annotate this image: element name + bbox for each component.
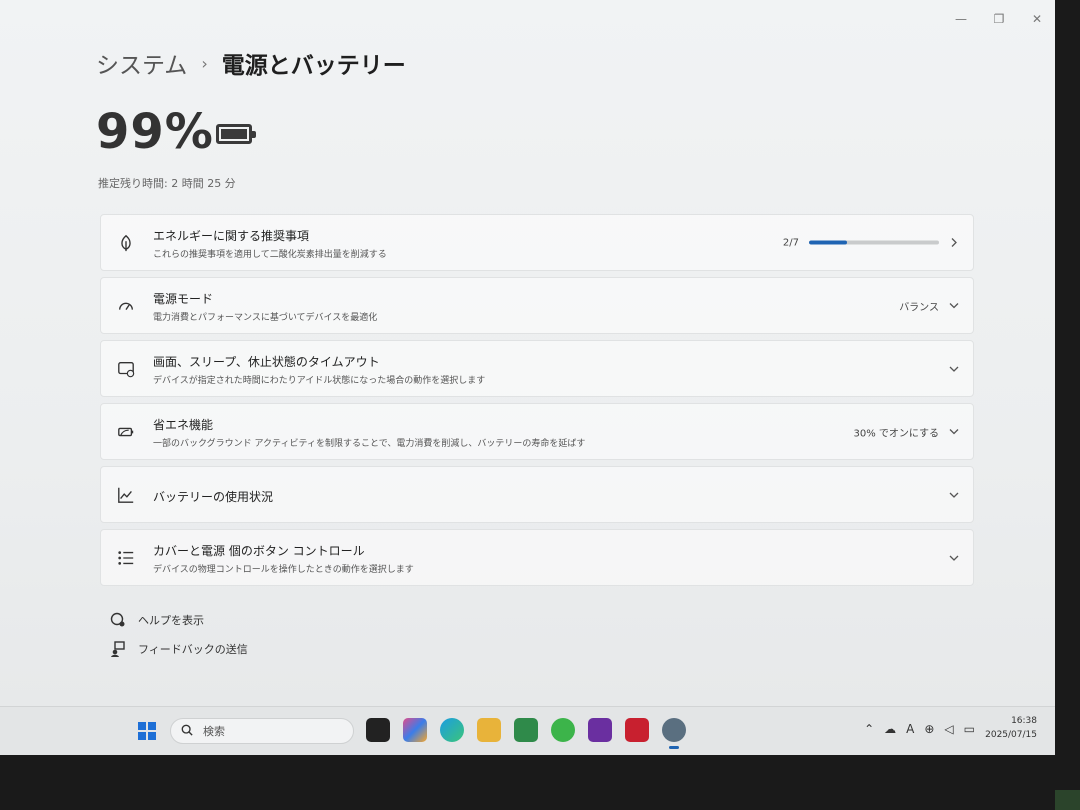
help-links: ヘルプを表示 フィードバックの送信 [110,612,248,670]
battery-percent: 99% [96,104,214,160]
minimize-icon[interactable]: — [953,12,969,26]
card-title: カバーと電源 個のボタン コントロール [153,544,365,558]
clock-time: 16:38 [1011,716,1037,726]
cloud-icon[interactable]: ☁ [884,722,896,736]
close-icon[interactable]: ✕ [1029,12,1045,26]
gauge-icon [117,297,135,315]
breadcrumb: システム › 電源とバッテリー [96,46,406,80]
chevron-down-icon [949,301,959,311]
taskbar: 検索 ⌃ ☁ A ⊕ ◁ ▭ 16:38 2025/07/15 [0,706,1055,755]
card-subtitle: これらの推奨事項を適用して二酸化炭素排出量を削減する [153,250,387,260]
card-energy-saver[interactable]: 省エネ機能 一部のバックグラウンド アクティビティを制限することで、電力消費を削… [100,403,974,460]
chevron-down-icon [949,427,959,437]
card-title: バッテリーの使用状況 [153,490,274,504]
system-tray: ⌃ ☁ A ⊕ ◁ ▭ [864,722,975,736]
clock-date: 2025/07/15 [985,730,1037,740]
restore-icon[interactable]: ❐ [991,12,1007,26]
chevron-down-icon [949,364,959,374]
breadcrumb-separator: › [201,53,208,73]
card-title: 省エネ機能 [153,418,214,432]
battery-icon [216,124,256,144]
search-icon [181,724,193,739]
ime-indicator[interactable]: A [906,722,914,736]
search-placeholder: 検索 [203,725,225,738]
taskbar-search[interactable]: 検索 [170,718,354,744]
recommendation-progress [809,240,939,245]
help-link-label[interactable]: ヘルプを表示 [138,612,204,628]
chart-line-icon [117,486,135,504]
battery-remaining-time: 推定残り時間: 2 時間 25 分 [98,177,236,190]
settings-window: — ❐ ✕ システム › 電源とバッテリー 99% 推定残り時間: 2 時間 2… [0,0,1055,755]
card-subtitle: デバイスが指定された時間にわたりアイドル状態になった場合の動作を選択します [153,376,486,386]
chevron-up-icon[interactable]: ⌃ [864,722,874,736]
feedback-link-label[interactable]: フィードバックの送信 [138,641,248,657]
card-subtitle: 一部のバックグラウンド アクティビティを制限することで、電力消費を削減し、バッテ… [153,439,586,449]
globe-icon[interactable]: ⊕ [924,722,934,736]
taskbar-clock[interactable]: 16:38 2025/07/15 [985,714,1037,742]
recommendation-count: 2/7 [782,237,799,248]
taskbar-apps [366,718,686,749]
breadcrumb-parent[interactable]: システム [96,46,187,80]
chevron-right-icon [949,238,959,248]
card-title: エネルギーに関する推奨事項 [153,229,310,243]
feedback-link[interactable]: フィードバックの送信 [110,641,248,657]
leaf-icon [117,234,135,252]
card-energy-recommendations[interactable]: エネルギーに関する推奨事項 これらの推奨事項を適用して二酸化炭素排出量を削減する… [100,214,974,271]
onenote-icon[interactable] [588,718,612,742]
edge-icon[interactable] [440,718,464,742]
card-battery-usage[interactable]: バッテリーの使用状況 [100,466,974,523]
card-lid-power-buttons[interactable]: カバーと電源 個のボタン コントロール デバイスの物理コントロールを操作したとき… [100,529,974,586]
card-subtitle: 電力消費とパフォーマンスに基づいてデバイスを最適化 [153,313,378,323]
line-icon[interactable] [551,718,575,742]
chevron-down-icon [949,553,959,563]
help-link[interactable]: ヘルプを表示 [110,612,248,628]
card-screen-sleep-timeout[interactable]: 画面、スリープ、休止状態のタイムアウト デバイスが指定された時間にわたりアイドル… [100,340,974,397]
copilot-icon[interactable] [403,718,427,742]
feedback-icon [110,641,126,657]
battery-tray-icon[interactable]: ▭ [964,722,975,736]
chevron-down-icon [949,490,959,500]
energy-saver-select[interactable]: 30% でオンにする [853,424,939,439]
card-title: 電源モード [153,292,214,306]
battery-saver-icon [117,423,135,441]
store-icon[interactable] [514,718,538,742]
screen-sleep-icon [117,360,135,378]
settings-gear-icon[interactable] [662,718,686,749]
task-view-icon[interactable] [366,718,390,742]
card-power-mode[interactable]: 電源モード 電力消費とパフォーマンスに基づいてデバイスを最適化 バランス [100,277,974,334]
window-controls: — ❐ ✕ [953,12,1045,26]
speaker-icon[interactable]: ◁ [944,722,953,736]
power-mode-select[interactable]: バランス [899,298,939,313]
windows-start-icon[interactable] [138,722,156,740]
page-title: 電源とバッテリー [221,53,406,79]
bezel [1055,790,1080,810]
card-subtitle: デバイスの物理コントロールを操作したときの動作を選択します [153,565,414,575]
list-icon [117,549,135,567]
card-title: 画面、スリープ、休止状態のタイムアウト [153,355,380,369]
rakuten-icon[interactable] [625,718,649,742]
file-explorer-icon[interactable] [477,718,501,742]
help-icon [110,612,126,628]
settings-list: エネルギーに関する推奨事項 これらの推奨事項を適用して二酸化炭素排出量を削減する… [100,214,974,592]
